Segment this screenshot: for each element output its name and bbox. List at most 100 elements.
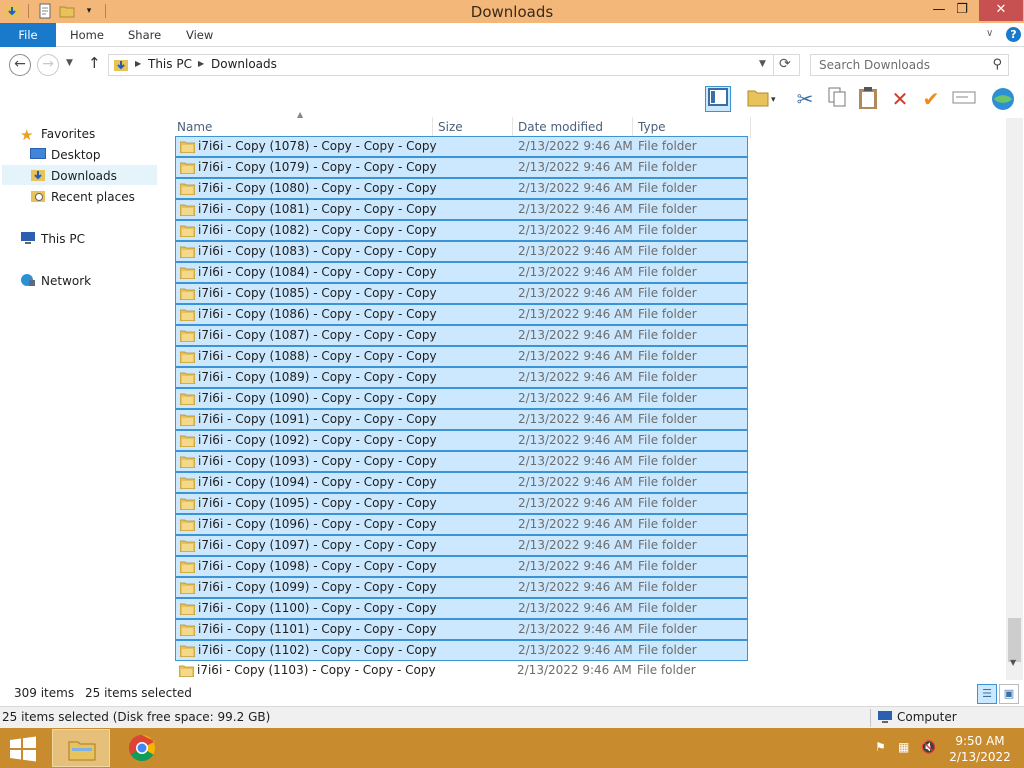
clock-time: 9:50 AM <box>955 734 1005 748</box>
recent-locations-icon[interactable]: ▼ <box>66 58 73 68</box>
folder-icon <box>180 330 195 342</box>
file-name: i7i6i - Copy (1099) - Copy - Copy - Copy <box>198 580 437 594</box>
table-row[interactable]: i7i6i - Copy (1079) - Copy - Copy - Copy… <box>175 157 748 178</box>
refresh-icon[interactable]: ⟳ <box>779 56 791 72</box>
table-row[interactable]: i7i6i - Copy (1096) - Copy - Copy - Copy… <box>175 514 748 535</box>
file-type: File folder <box>638 412 697 426</box>
volume-muted-icon[interactable]: 🔇 <box>921 740 936 754</box>
expand-ribbon-icon[interactable]: ∨ <box>986 28 993 39</box>
back-button[interactable]: ← <box>9 54 31 76</box>
table-row[interactable]: i7i6i - Copy (1089) - Copy - Copy - Copy… <box>175 367 748 388</box>
nav-label: Recent places <box>51 190 135 204</box>
close-button[interactable]: ✕ <box>979 0 1023 21</box>
action-center-icon[interactable]: ⚑ <box>875 740 886 754</box>
divider <box>870 709 871 727</box>
nav-item-network[interactable]: Network <box>20 271 91 291</box>
new-folder-icon[interactable]: ▾ <box>744 86 780 112</box>
search-input[interactable]: Search Downloads ⚲ <box>810 54 1009 76</box>
file-date: 2/13/2022 9:46 AM <box>518 496 633 510</box>
file-type: File folder <box>638 559 697 573</box>
file-name: i7i6i - Copy (1100) - Copy - Copy - Copy <box>198 601 437 615</box>
breadcrumb-separator-icon: ▶ <box>198 59 205 68</box>
help-button[interactable]: ? <box>1006 27 1021 42</box>
table-row[interactable]: i7i6i - Copy (1091) - Copy - Copy - Copy… <box>175 409 748 430</box>
file-type: File folder <box>638 139 697 153</box>
globe-icon[interactable] <box>990 86 1016 112</box>
table-row[interactable]: i7i6i - Copy (1101) - Copy - Copy - Copy… <box>175 619 748 640</box>
vertical-scrollbar[interactable]: ▼ <box>1006 118 1023 680</box>
file-type: File folder <box>638 517 697 531</box>
file-name: i7i6i - Copy (1090) - Copy - Copy - Copy <box>198 391 437 405</box>
file-date: 2/13/2022 9:46 AM <box>518 265 633 279</box>
taskbar-chrome[interactable] <box>114 729 172 767</box>
file-type: File folder <box>638 538 697 552</box>
file-name: i7i6i - Copy (1097) - Copy - Copy - Copy <box>198 538 437 552</box>
network-tray-icon[interactable]: ▦ <box>898 740 909 754</box>
nav-item-thispc[interactable]: This PC <box>20 229 85 249</box>
system-clock[interactable]: 9:50 AM 2/13/2022 <box>948 733 1012 765</box>
table-row[interactable]: i7i6i - Copy (1095) - Copy - Copy - Copy… <box>175 493 748 514</box>
tab-home[interactable]: Home <box>70 23 104 47</box>
nav-item-favorites[interactable]: ★ Favorites <box>20 124 95 144</box>
rename-icon[interactable] <box>951 86 977 112</box>
nav-label: Favorites <box>41 127 96 141</box>
table-row[interactable]: i7i6i - Copy (1078) - Copy - Copy - Copy… <box>175 136 748 157</box>
breadcrumb-thispc[interactable]: This PC <box>148 57 192 71</box>
forward-button[interactable]: → <box>37 54 59 76</box>
table-row[interactable]: i7i6i - Copy (1090) - Copy - Copy - Copy… <box>175 388 748 409</box>
table-row[interactable]: i7i6i - Copy (1081) - Copy - Copy - Copy… <box>175 199 748 220</box>
folder-icon <box>180 603 195 615</box>
table-row[interactable]: i7i6i - Copy (1083) - Copy - Copy - Copy… <box>175 241 748 262</box>
copy-icon[interactable] <box>824 86 850 112</box>
check-icon[interactable]: ✔ <box>918 86 944 112</box>
file-date: 2/13/2022 9:46 AM <box>518 559 633 573</box>
table-row[interactable]: i7i6i - Copy (1086) - Copy - Copy - Copy… <box>175 304 748 325</box>
table-row[interactable]: i7i6i - Copy (1080) - Copy - Copy - Copy… <box>175 178 748 199</box>
folder-icon <box>180 267 195 279</box>
table-row[interactable]: i7i6i - Copy (1094) - Copy - Copy - Copy… <box>175 472 748 493</box>
table-row[interactable]: i7i6i - Copy (1093) - Copy - Copy - Copy… <box>175 451 748 472</box>
table-row[interactable]: i7i6i - Copy (1082) - Copy - Copy - Copy… <box>175 220 748 241</box>
windows-start-icon[interactable] <box>8 736 38 762</box>
scrollbar-thumb[interactable] <box>1008 618 1021 662</box>
file-name: i7i6i - Copy (1081) - Copy - Copy - Copy <box>198 202 437 216</box>
table-row[interactable]: i7i6i - Copy (1097) - Copy - Copy - Copy… <box>175 535 748 556</box>
large-icons-view-button[interactable]: ▣ <box>999 684 1019 704</box>
paste-icon[interactable] <box>855 86 881 112</box>
scroll-down-icon[interactable]: ▼ <box>1010 658 1016 667</box>
delete-icon[interactable]: ✕ <box>887 86 913 112</box>
nav-item-desktop[interactable]: Desktop <box>30 145 101 165</box>
file-type: File folder <box>638 601 697 615</box>
zone-label: Computer <box>897 710 957 724</box>
search-icon[interactable]: ⚲ <box>992 57 1002 72</box>
breadcrumb-downloads[interactable]: Downloads <box>211 57 277 71</box>
table-row[interactable]: i7i6i - Copy (1087) - Copy - Copy - Copy… <box>175 325 748 346</box>
nav-label: Network <box>41 274 92 288</box>
table-row[interactable]: i7i6i - Copy (1102) - Copy - Copy - Copy… <box>175 640 748 661</box>
nav-item-recent-places[interactable]: Recent places <box>30 187 135 207</box>
nav-item-downloads[interactable]: Downloads <box>2 165 157 185</box>
details-view-button[interactable]: ☰ <box>977 684 997 704</box>
table-row[interactable]: i7i6i - Copy (1099) - Copy - Copy - Copy… <box>175 577 748 598</box>
tab-share[interactable]: Share <box>128 23 161 47</box>
table-row[interactable]: i7i6i - Copy (1100) - Copy - Copy - Copy… <box>175 598 748 619</box>
address-bar[interactable]: ▶ This PC ▶ Downloads ▼ ⟳ <box>108 54 800 76</box>
table-row[interactable]: i7i6i - Copy (1103) - Copy - Copy - Copy… <box>175 661 748 682</box>
table-row[interactable]: i7i6i - Copy (1084) - Copy - Copy - Copy… <box>175 262 748 283</box>
table-row[interactable]: i7i6i - Copy (1092) - Copy - Copy - Copy… <box>175 430 748 451</box>
table-row[interactable]: i7i6i - Copy (1085) - Copy - Copy - Copy… <box>175 283 748 304</box>
clock-date: 2/13/2022 <box>949 750 1011 764</box>
tab-file[interactable]: File <box>0 23 56 47</box>
preview-pane-icon[interactable] <box>705 86 731 112</box>
file-type: File folder <box>638 328 697 342</box>
table-row[interactable]: i7i6i - Copy (1098) - Copy - Copy - Copy… <box>175 556 748 577</box>
address-history-icon[interactable]: ▼ <box>759 59 766 69</box>
up-button[interactable]: ↑ <box>88 54 101 72</box>
taskbar-file-explorer[interactable] <box>52 729 110 767</box>
maximize-button[interactable]: ❐ <box>947 0 977 21</box>
tab-view[interactable]: View <box>186 23 213 47</box>
table-row[interactable]: i7i6i - Copy (1088) - Copy - Copy - Copy… <box>175 346 748 367</box>
file-type: File folder <box>638 307 697 321</box>
cut-icon[interactable]: ✂ <box>792 86 818 112</box>
file-name: i7i6i - Copy (1084) - Copy - Copy - Copy <box>198 265 437 279</box>
